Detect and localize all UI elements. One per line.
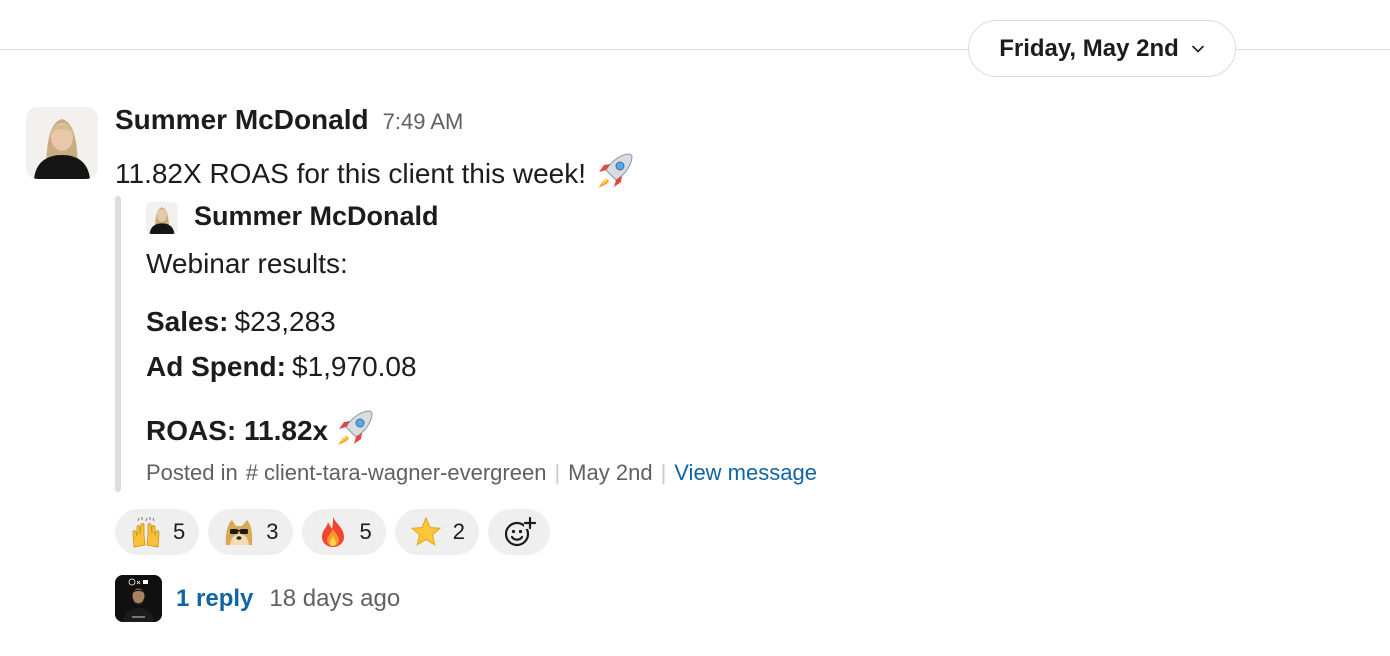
avatar[interactable] (26, 107, 98, 179)
reaction-cool-doge[interactable]: 3 (208, 509, 293, 555)
roas-label: ROAS: 11.82x (146, 414, 329, 446)
view-message-link[interactable]: View message (674, 460, 817, 486)
rocket-icon (594, 148, 638, 199)
meta-separator: | (554, 460, 561, 485)
quoted-avatar (146, 202, 178, 234)
reaction-count: 2 (452, 519, 465, 544)
sales-label: Sales: (146, 306, 229, 337)
thread-summary[interactable]: 1 reply 18 days ago (115, 575, 400, 622)
reaction-count: 5 (173, 519, 186, 544)
sales-value: $23,283 (234, 306, 336, 337)
last-reply-time: 18 days ago (269, 584, 401, 612)
quoted-adspend-line: Ad Spend: $1,970.08 (146, 351, 417, 383)
reaction-count: 3 (266, 519, 279, 544)
message-body: 11.82X ROAS for this client this week! (115, 157, 587, 189)
quoted-roas-line: ROAS: 11.82x (146, 405, 378, 456)
reaction-raised-hands[interactable]: 5 (115, 509, 200, 555)
chevron-down-icon (1191, 42, 1205, 56)
quoted-date[interactable]: May 2nd (568, 460, 652, 486)
cool-doge-icon (222, 515, 256, 549)
add-emoji-icon (502, 515, 536, 549)
message-text: 11.82X ROAS for this client this week! (115, 148, 638, 199)
adspend-value: $1,970.08 (292, 351, 417, 382)
author-name[interactable]: Summer McDonald (115, 104, 369, 136)
quoted-sales-line: Sales: $23,283 (146, 306, 336, 338)
date-label: Friday, May 2nd (999, 34, 1179, 62)
reaction-star[interactable]: 2 (394, 509, 479, 555)
posted-in-label: Posted in (146, 460, 238, 485)
rocket-icon (334, 405, 378, 456)
message-header: Summer McDonald 7:49 AM (115, 104, 463, 136)
quoted-author-name[interactable]: Summer McDonald (194, 201, 439, 232)
raised-hands-icon (129, 515, 163, 549)
adspend-label: Ad Spend: (146, 351, 286, 382)
meta-separator: | (660, 460, 667, 485)
reply-count-link[interactable]: 1 reply (176, 585, 253, 613)
star-icon (409, 515, 443, 549)
quoted-intro: Webinar results: (146, 248, 348, 280)
reaction-fire[interactable]: 5 (301, 509, 386, 555)
channel-hash-icon: # (245, 460, 258, 485)
add-reaction-button[interactable] (488, 509, 550, 555)
quoted-intro-text: Webinar results: (146, 248, 348, 279)
quote-bar (115, 196, 121, 492)
reaction-count: 5 (359, 519, 372, 544)
quoted-meta: Posted in # client-tara-wagner-evergreen… (146, 460, 817, 486)
reply-avatar (115, 575, 162, 622)
channel-name[interactable]: client-tara-wagner-evergreen (264, 460, 546, 486)
fire-icon (316, 515, 350, 549)
date-jump-button[interactable]: Friday, May 2nd (968, 20, 1236, 77)
message-timestamp[interactable]: 7:49 AM (383, 109, 464, 135)
reactions-bar: 5 3 5 2 (115, 509, 550, 555)
